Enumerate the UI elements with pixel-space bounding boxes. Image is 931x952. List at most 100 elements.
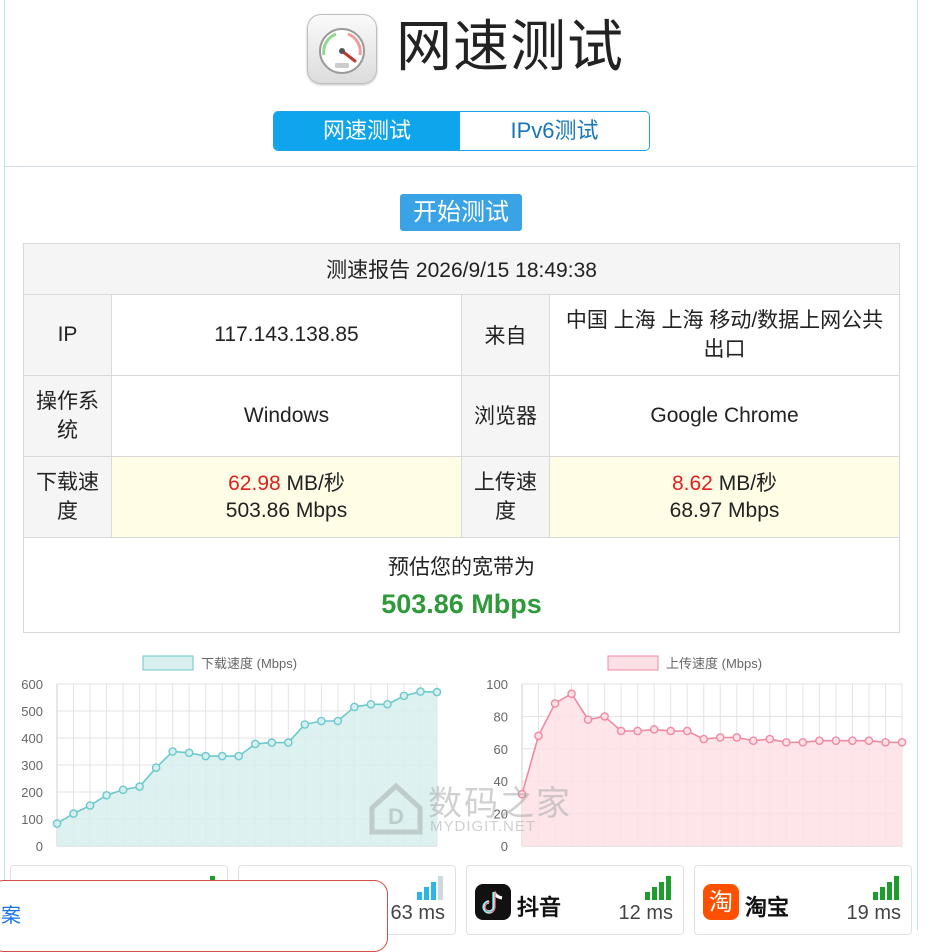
watermark-subtext: MYDIGIT.NET xyxy=(430,818,537,835)
page-left-border xyxy=(4,0,5,930)
data-point xyxy=(633,726,642,736)
y-tick-label: 80 xyxy=(494,709,508,724)
page-right-border xyxy=(917,0,918,930)
taobao-icon: 淘 xyxy=(703,884,739,920)
data-point xyxy=(715,733,725,742)
os-value: Windows xyxy=(111,375,462,457)
from-value: 中国 上海 上海 移动/数据上网公共出口 xyxy=(548,294,901,376)
tab-ipv6-test[interactable]: IPv6测试 xyxy=(460,112,649,150)
estimate-cell: 预估您的宽带为 503.86 Mbps xyxy=(22,537,901,633)
legend-label: 上传速度 (Mbps) xyxy=(666,656,762,671)
data-point xyxy=(399,691,409,701)
data-point xyxy=(550,699,560,708)
data-point xyxy=(184,748,194,758)
data-point xyxy=(534,731,543,741)
signal-icon xyxy=(645,876,671,900)
overlay-text: 案 xyxy=(1,905,21,927)
data-point xyxy=(250,739,260,749)
upload-value: 8.62 MB/秒 68.97 Mbps xyxy=(548,456,901,538)
download-mbs: 62.98 xyxy=(228,472,281,495)
data-point xyxy=(416,687,425,696)
data-point xyxy=(333,716,343,726)
data-point xyxy=(366,699,376,709)
y-tick-label: 60 xyxy=(494,742,508,757)
data-point xyxy=(765,734,775,744)
data-point xyxy=(432,687,442,697)
ip-label: IP xyxy=(23,294,112,376)
data-point xyxy=(217,751,227,761)
data-point xyxy=(383,699,392,709)
report-row-speed: 下载速度 62.98 MB/秒 503.86 Mbps 上传速度 8.62 MB… xyxy=(23,456,901,538)
estimate-label: 预估您的宽带为 xyxy=(388,555,536,579)
download-value: 62.98 MB/秒 503.86 Mbps xyxy=(111,456,462,538)
data-point xyxy=(782,738,791,747)
latency-ms: 12 ms xyxy=(618,902,673,924)
speedometer-icon xyxy=(307,14,377,84)
latency-ms: 19 ms xyxy=(846,902,901,924)
y-tick-label: 100 xyxy=(21,812,43,827)
download-label: 下载速度 xyxy=(23,456,112,538)
tab-speed-test[interactable]: 网速测试 xyxy=(274,112,460,150)
legend-swatch xyxy=(142,655,194,671)
data-point xyxy=(135,782,144,791)
upload-mbps: 68.97 Mbps xyxy=(669,499,780,522)
browser-label: 浏览器 xyxy=(461,375,550,457)
y-tick-label: 400 xyxy=(21,731,43,746)
from-label: 来自 xyxy=(461,294,550,376)
data-point xyxy=(699,734,709,744)
latency-card-douyin[interactable]: 抖音 12 ms xyxy=(466,865,684,935)
y-tick-label: 500 xyxy=(21,704,43,719)
data-point xyxy=(616,726,626,736)
report-row-estimate: 预估您的宽带为 503.86 Mbps xyxy=(22,537,901,633)
y-tick-label: 600 xyxy=(21,677,43,692)
data-point xyxy=(69,809,78,818)
signal-icon xyxy=(417,876,443,900)
data-point xyxy=(52,819,62,828)
data-point xyxy=(317,716,326,726)
report-row-os: 操作系统 Windows 浏览器 Google Chrome xyxy=(23,375,901,457)
data-point xyxy=(567,689,576,699)
report-heading: 测速报告 2026/9/15 18:49:38 xyxy=(22,243,901,295)
data-point xyxy=(666,726,675,736)
data-point xyxy=(267,738,277,747)
data-point xyxy=(168,747,177,756)
tab-group: 网速测试 IPv6测试 xyxy=(273,111,650,151)
douyin-icon xyxy=(475,884,511,920)
speed-report-table: 测速报告 2026/9/15 18:49:38 IP 117.143.138.8… xyxy=(22,243,901,633)
browser-value: Google Chrome xyxy=(548,375,901,457)
start-test-button[interactable]: 开始测试 xyxy=(400,194,522,231)
report-heading-row: 测速报告 2026/9/15 18:49:38 xyxy=(22,243,901,295)
data-point xyxy=(234,751,244,761)
data-point xyxy=(284,738,293,747)
data-point xyxy=(118,785,128,795)
y-tick-label: 100 xyxy=(486,677,508,692)
ip-value: 117.143.138.85 xyxy=(111,294,462,376)
y-tick-label: 0 xyxy=(36,839,43,854)
latency-name: 淘宝 xyxy=(745,895,790,920)
data-point xyxy=(350,702,359,712)
data-point xyxy=(682,726,692,736)
data-point xyxy=(864,736,874,745)
y-tick-label: 300 xyxy=(21,758,43,773)
data-point xyxy=(897,738,907,747)
data-point xyxy=(881,738,890,747)
data-point xyxy=(798,738,808,747)
y-tick-label: 0 xyxy=(501,839,508,854)
y-tick-label: 200 xyxy=(21,785,43,800)
header-divider xyxy=(5,166,918,167)
data-point xyxy=(649,725,659,734)
data-point xyxy=(201,751,210,761)
data-point xyxy=(732,733,742,742)
report-row-ip: IP 117.143.138.85 来自 中国 上海 上海 移动/数据上网公共出… xyxy=(23,294,901,376)
legend-swatch xyxy=(607,655,659,671)
os-label: 操作系统 xyxy=(23,375,112,457)
upload-unit: MB/秒 xyxy=(718,472,778,495)
latency-ms: 63 ms xyxy=(390,902,445,924)
svg-text:D: D xyxy=(388,804,404,829)
data-point xyxy=(848,736,857,745)
latency-card-taobao[interactable]: 淘 淘宝 19 ms xyxy=(694,865,912,935)
data-point xyxy=(583,715,593,724)
overlay-popup[interactable]: 案 xyxy=(0,880,388,952)
page-title: 网速测试 xyxy=(396,15,624,80)
signal-icon xyxy=(873,876,899,900)
